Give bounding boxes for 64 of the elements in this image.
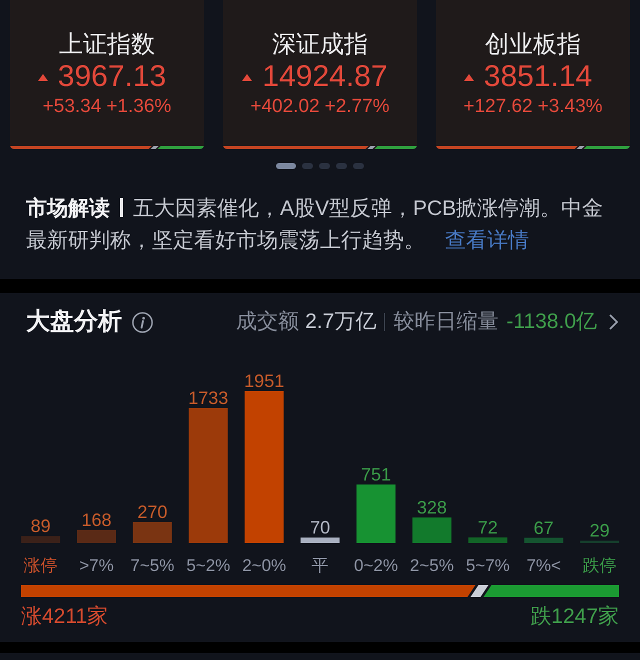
index-change-percent: +1.36% — [106, 95, 172, 119]
bar — [21, 536, 60, 543]
volume-change-label: 较昨日缩量 — [393, 309, 498, 335]
falling-count: 跌1247家 — [530, 604, 619, 630]
category-label: 2~5% — [410, 556, 454, 575]
category-label: 7~5% — [130, 556, 174, 575]
index-change: +402.02 — [250, 95, 320, 119]
category-label: 7%< — [526, 556, 561, 575]
bar — [524, 538, 564, 543]
bar — [580, 540, 620, 543]
flat-share-segment — [150, 146, 159, 149]
value-label: 1951 — [244, 371, 284, 391]
detail-link[interactable]: 查看详情 — [445, 229, 529, 252]
flat-share-segment — [368, 146, 376, 149]
value-label: 70 — [310, 518, 330, 538]
value-label: 270 — [137, 502, 168, 522]
category-label: 跌停 — [582, 556, 617, 575]
fall-share-segment — [584, 146, 630, 149]
index-card[interactable]: 深证成指 14924.87 +402.02 +2.77% — [223, 0, 417, 149]
market-commentary: 市场解读 五大因素催化，A股V型反弹，PCB掀涨停潮。中金最新研判称，坚定看好市场震荡上行趋势。 查看详情 — [26, 196, 604, 254]
value-label: 328 — [416, 497, 447, 518]
rising-count: 涨4211家 — [21, 604, 108, 630]
value-label: 168 — [81, 510, 112, 530]
index-change: +127.62 — [463, 95, 533, 119]
volume-change-value: -1138.0亿 — [506, 309, 597, 335]
turnover-value: 2.7万亿 — [305, 309, 376, 335]
fall-share-segment — [158, 146, 204, 149]
category-label: 5~2% — [186, 556, 230, 575]
fall-share-segment — [374, 146, 417, 149]
category-label: 平 — [312, 556, 329, 575]
value-label: 89 — [30, 516, 51, 536]
turnover-label: 成交额 — [236, 309, 300, 335]
bar — [132, 522, 172, 543]
category-label: 0~2% — [354, 556, 398, 575]
bar — [412, 517, 452, 543]
chevron-right-icon[interactable] — [609, 314, 618, 330]
index-change-percent: +3.43% — [538, 95, 603, 119]
index-value: 14924.87 — [262, 61, 388, 93]
category-label: >7% — [79, 556, 114, 575]
category-label: 2~0% — [242, 556, 286, 575]
value-label: 67 — [534, 518, 554, 538]
bar — [300, 538, 340, 543]
value-label: 72 — [478, 517, 498, 538]
index-name: 上证指数 — [59, 30, 155, 60]
bar — [468, 537, 508, 543]
index-value: 3967.13 — [58, 61, 166, 93]
flat-share-segment — [576, 146, 585, 149]
index-name: 创业板指 — [485, 30, 581, 60]
value-label: 1733 — [188, 388, 228, 408]
section-title: 大盘分析 — [26, 307, 122, 337]
category-label: 涨停 — [24, 556, 58, 575]
category-label: 5~7% — [466, 556, 510, 575]
bar — [77, 530, 116, 543]
index-card[interactable]: 创业板指 3851.14 +127.62 +3.43% — [436, 0, 630, 149]
flat-share-segment — [470, 585, 488, 597]
index-card[interactable]: 上证指数 3967.13 +53.34 +1.36% — [10, 0, 204, 149]
index-value: 3851.14 — [484, 61, 592, 93]
index-change: +53.34 — [42, 95, 102, 119]
value-label: 29 — [590, 520, 610, 541]
index-change-percent: +2.77% — [324, 95, 390, 119]
bar — [356, 484, 396, 543]
index-name: 深证成指 — [272, 30, 368, 60]
value-label: 751 — [360, 464, 392, 484]
info-icon[interactable] — [132, 312, 153, 332]
